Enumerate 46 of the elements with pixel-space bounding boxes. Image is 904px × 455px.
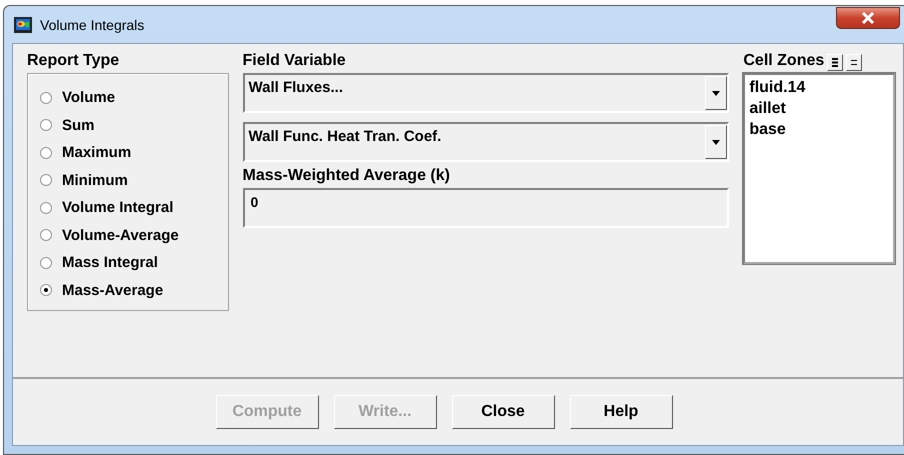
lines-icon xyxy=(851,60,858,66)
radio-button[interactable] xyxy=(40,256,52,268)
list-label: Cell Zones xyxy=(743,52,824,70)
caret-icon xyxy=(712,90,720,96)
radio-option[interactable]: Minimum xyxy=(40,168,220,192)
select-all-button[interactable] xyxy=(827,54,844,71)
radio-label: Volume xyxy=(62,89,116,106)
radio-button[interactable] xyxy=(40,284,52,296)
caret-icon xyxy=(712,140,720,144)
lines-icon xyxy=(832,58,838,67)
radio-button[interactable] xyxy=(40,174,52,186)
field-label: Mass-Weighted Average (k) xyxy=(242,167,451,185)
close-icon xyxy=(861,12,875,24)
radio-button[interactable] xyxy=(40,229,52,241)
radio-button[interactable] xyxy=(40,202,52,214)
radio-button[interactable] xyxy=(40,146,52,158)
group-label: Report Type xyxy=(27,52,120,70)
list-item[interactable]: base xyxy=(749,119,889,140)
radio-option[interactable]: Mass Integral xyxy=(40,251,220,274)
radio-label: Mass-Average xyxy=(62,282,164,298)
radio-option[interactable]: Mass-Average xyxy=(40,278,220,302)
radio-option[interactable]: Volume xyxy=(40,86,220,109)
result-field: 0 xyxy=(242,188,730,228)
app-icon xyxy=(14,16,32,32)
deselect-all-button[interactable] xyxy=(846,54,862,71)
radio-button[interactable] xyxy=(40,92,52,104)
radio-label: Sum xyxy=(62,116,95,134)
radio-label: Maximum xyxy=(62,144,132,161)
radio-label: Volume-Average xyxy=(62,226,179,244)
list-item[interactable]: aillet xyxy=(749,98,889,119)
radio-option[interactable]: Volume Integral xyxy=(40,196,220,219)
field-label: Field Variable xyxy=(242,52,347,70)
radio-button[interactable] xyxy=(40,119,52,131)
dialog-button[interactable]: Close xyxy=(452,395,554,429)
window-title: Volume Integrals xyxy=(40,16,144,32)
radio-label: Minimum xyxy=(62,172,128,188)
dialog-button[interactable]: Help xyxy=(570,395,672,429)
radio-option[interactable]: Sum xyxy=(40,114,220,136)
dropdown[interactable]: Wall Fluxes... xyxy=(242,73,730,113)
close-button[interactable] xyxy=(836,6,900,28)
radio-option[interactable]: Volume-Average xyxy=(40,224,220,246)
radio-label: Volume Integral xyxy=(62,199,174,216)
radio-label: Mass Integral xyxy=(62,254,158,271)
dropdown[interactable]: Wall Func. Heat Tran. Coef. xyxy=(242,122,730,162)
list-item[interactable]: fluid.14 xyxy=(749,77,889,98)
radio-option[interactable]: Maximum xyxy=(40,141,220,164)
